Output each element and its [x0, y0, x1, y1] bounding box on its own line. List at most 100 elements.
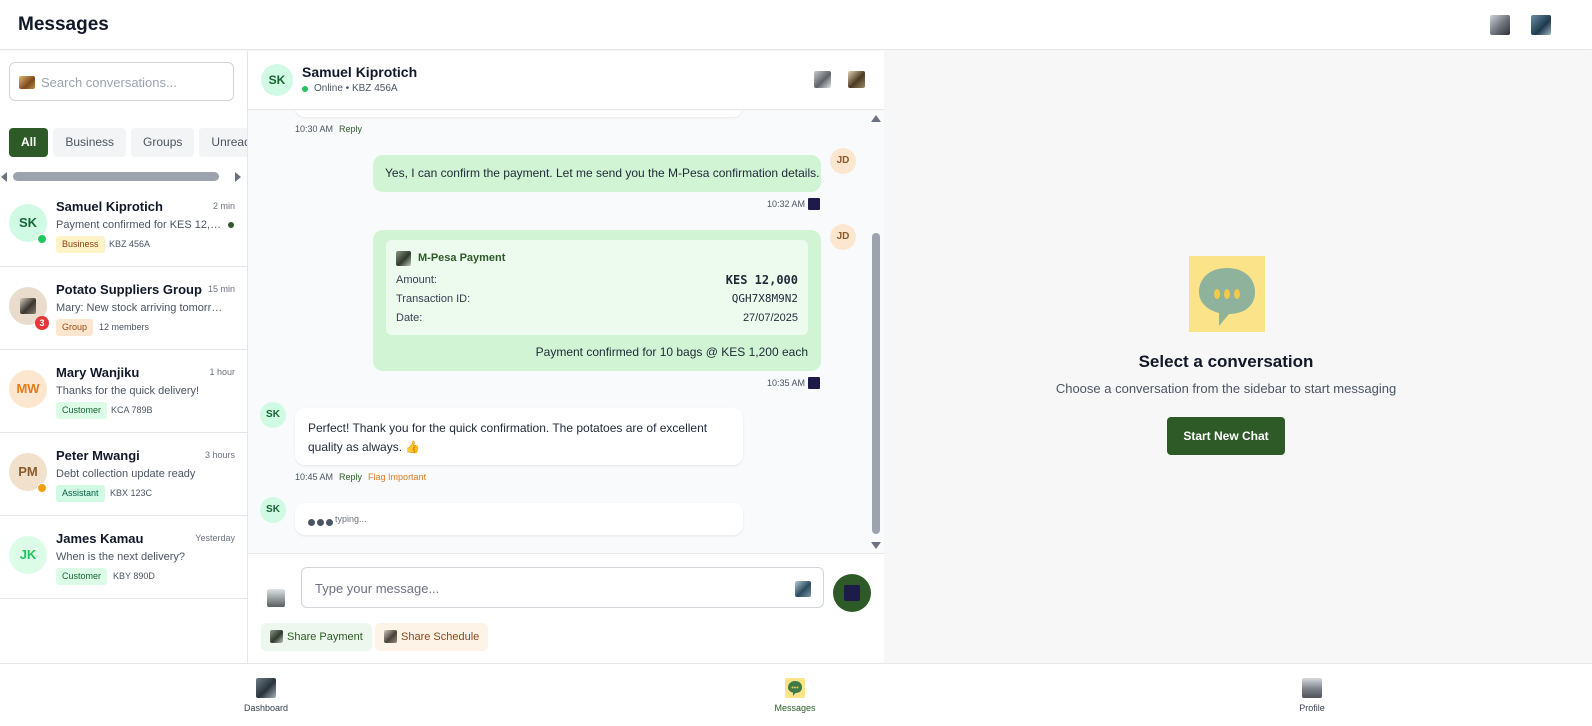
conversation-tag: Assistant [56, 485, 105, 502]
scrollbar-thumb[interactable] [13, 172, 219, 181]
message-bubble-payment: M-Pesa Payment Amount: KES 12,000 Transa… [373, 230, 821, 371]
nav-item-profile[interactable]: Profile [1272, 678, 1352, 713]
nav-item-dashboard[interactable]: Dashboard [226, 678, 306, 713]
conversation-preview: Debt collection update ready [56, 468, 196, 480]
mpesa-icon [396, 251, 411, 266]
message-input-box[interactable] [301, 567, 824, 608]
scroll-up-icon[interactable] [871, 115, 881, 122]
bottom-navigation: Dashboard Messages Profile [0, 663, 1592, 726]
conversation-name: Potato Suppliers Group [56, 282, 202, 297]
send-icon [844, 585, 860, 601]
conversation-item[interactable]: MW Mary Wanjiku 1 hour Thanks for the qu… [0, 350, 247, 433]
date-value: 27/07/2025 [742, 312, 798, 324]
nav-item-messages[interactable]: Messages [755, 678, 835, 713]
message-time: 10:35 AM [767, 378, 806, 388]
payment-note: Payment confirmed for 10 bags @ KES 1,20… [535, 345, 808, 359]
message-text: Yes, I can confirm the payment. Let me s… [385, 166, 820, 180]
conversation-preview: When is the next delivery? [56, 551, 186, 563]
read-receipt-icon [808, 377, 820, 389]
reply-link[interactable]: Reply [339, 472, 362, 482]
mpesa-payment-card[interactable]: M-Pesa Payment Amount: KES 12,000 Transa… [386, 240, 808, 335]
payment-icon [270, 630, 283, 643]
filter-tab-business[interactable]: Business [53, 128, 127, 157]
group-photo-icon [20, 298, 36, 314]
conversation-meta: KBZ 456A [109, 239, 151, 249]
filter-tab-groups[interactable]: Groups [131, 128, 195, 157]
filter-scrollbar[interactable] [0, 170, 247, 183]
conversation-preview: Thanks for the quick delivery! [56, 385, 200, 397]
unread-dot [228, 222, 234, 228]
message-meta: 10:45 AM Reply Flag Important [295, 472, 426, 482]
conversation-tag: Customer [56, 402, 108, 419]
schedule-icon [384, 630, 397, 643]
amount-value: KES 12,000 [725, 273, 798, 287]
user-avatar-icon[interactable] [1531, 15, 1551, 35]
search-input[interactable] [41, 71, 226, 93]
scrollbar-thumb[interactable] [872, 233, 880, 534]
conversation-preview: Payment confirmed for KES 12,000... [56, 219, 224, 231]
message-bubble-outgoing: Yes, I can confirm the payment. Let me s… [373, 155, 821, 192]
call-icon[interactable] [814, 71, 831, 88]
search-box[interactable] [9, 62, 234, 101]
conversation-time: Yesterday [195, 533, 235, 543]
reply-link[interactable]: Reply [339, 124, 362, 134]
filter-tab-all[interactable]: All [9, 128, 49, 157]
chat-bubble-illustration [1199, 268, 1255, 326]
conversation-item[interactable]: PM Peter Mwangi 3 hours Debt collection … [0, 433, 247, 516]
typing-indicator: typing... [295, 503, 743, 535]
notifications-icon[interactable] [1490, 15, 1510, 35]
nav-label: Profile [1299, 703, 1325, 713]
message-thread[interactable]: 10:30 AM Reply JD Yes, I can confirm the … [248, 111, 884, 553]
conversation-meta: 12 members [99, 322, 150, 332]
online-indicator [37, 234, 47, 244]
conversation-name: Mary Wanjiku [56, 365, 140, 380]
share-payment-button[interactable]: Share Payment [261, 623, 372, 651]
message-composer: Share Payment Share Schedule [248, 553, 884, 663]
scroll-down-icon[interactable] [871, 542, 881, 549]
contact-name: Samuel Kiprotich [302, 64, 418, 80]
flag-important-link[interactable]: Flag Important [368, 472, 426, 482]
message-time: 10:32 AM [767, 199, 806, 209]
conversation-item[interactable]: JK James Kamau Yesterday When is the nex… [0, 516, 247, 599]
app-header: Messages [0, 0, 1592, 50]
message-meta: 10:30 AM Reply [295, 124, 362, 134]
start-new-chat-button[interactable]: Start New Chat [1167, 417, 1285, 455]
filter-tab-unread[interactable]: Unread [199, 128, 247, 157]
avatar: MW [9, 370, 47, 408]
date-label: Date: [396, 312, 423, 324]
conversation-tag: Group [56, 319, 94, 336]
page-title: Messages [18, 14, 109, 35]
conversation-name: Peter Mwangi [56, 448, 140, 463]
more-options-icon[interactable] [848, 71, 865, 88]
transaction-id-value: QGH7X8M9N2 [731, 292, 798, 305]
typing-dots [308, 515, 335, 529]
emoji-icon[interactable] [795, 581, 811, 597]
read-receipt-icon [808, 198, 820, 210]
conversation-item[interactable]: SK Samuel Kiprotich 2 min Payment confir… [0, 184, 247, 267]
message-input[interactable] [315, 578, 785, 598]
message-bubble-previous [295, 111, 743, 117]
empty-state-subtitle: Choose a conversation from the sidebar t… [1055, 381, 1397, 396]
share-schedule-button[interactable]: Share Schedule [375, 623, 489, 651]
conversation-time: 3 hours [204, 450, 235, 460]
send-button[interactable] [833, 574, 871, 612]
my-avatar: JD [830, 148, 856, 174]
conversation-time: 1 hour [209, 367, 235, 377]
attach-icon[interactable] [267, 589, 285, 607]
scroll-left-icon[interactable] [1, 172, 7, 182]
search-icon [19, 76, 35, 89]
my-avatar: JD [830, 224, 856, 250]
contact-avatar-small: SK [260, 402, 286, 428]
message-time: 10:45 AM [295, 472, 334, 482]
transaction-id-label: Transaction ID: [396, 293, 471, 305]
scroll-right-icon[interactable] [235, 172, 241, 182]
nav-label: Messages [774, 703, 816, 713]
conversation-sidebar: AllBusinessGroupsUnread SK Samuel Kiprot… [0, 51, 248, 663]
contact-avatar[interactable]: SK [261, 64, 293, 96]
profile-icon [1302, 678, 1322, 698]
conversation-tag: Customer [56, 568, 108, 585]
online-indicator [302, 86, 308, 92]
conversation-item[interactable]: 3 Potato Suppliers Group 15 min Mary: Ne… [0, 267, 247, 350]
conversation-time: 15 min [207, 284, 235, 294]
empty-state-title: Select a conversation [1138, 352, 1314, 371]
